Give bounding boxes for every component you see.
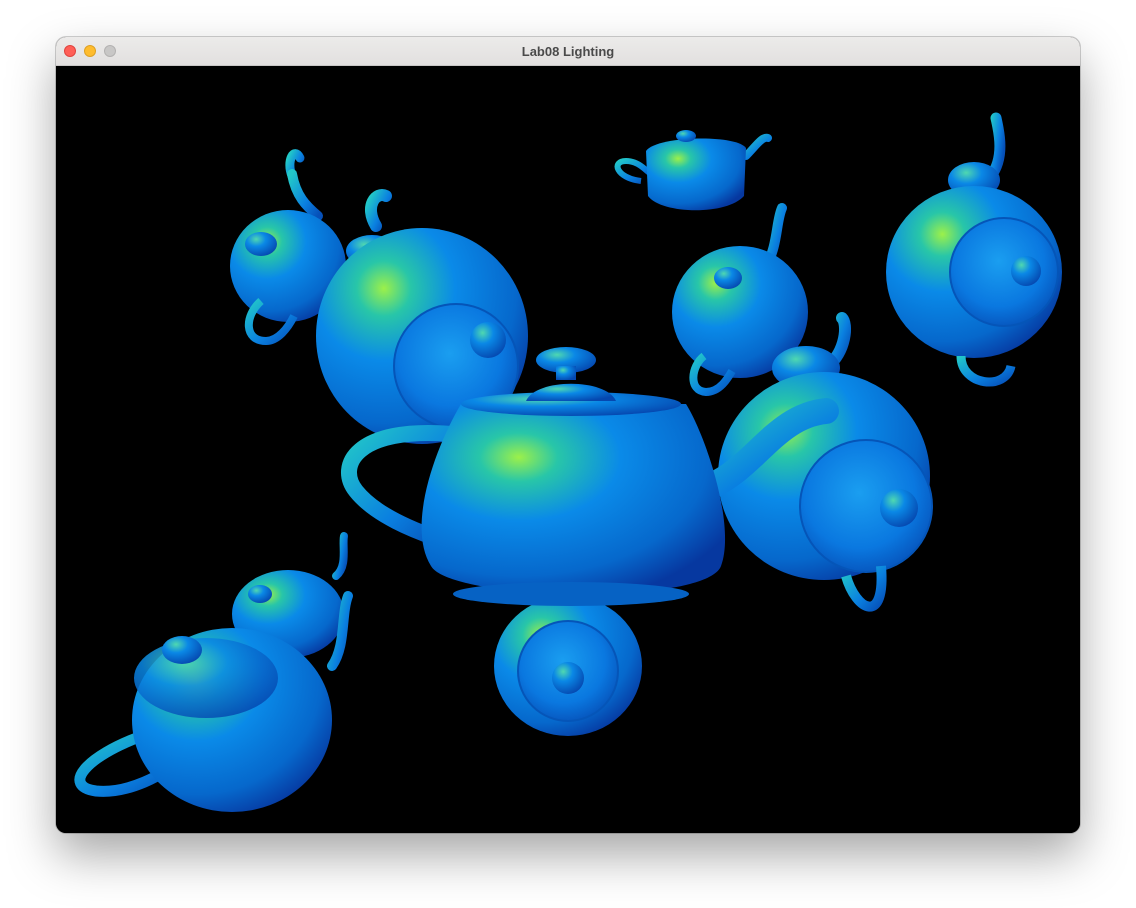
render-viewport[interactable] [56,66,1080,833]
teapot-right-top [886,112,1062,387]
title-bar[interactable]: Lab08 Lighting [56,37,1080,66]
teapot-top-small [614,130,772,211]
teapot-bottom-center [494,596,642,787]
window-title: Lab08 Lighting [521,44,615,59]
teapot-scene [74,112,1062,812]
app-window: Lab08 Lighting [56,37,1080,833]
